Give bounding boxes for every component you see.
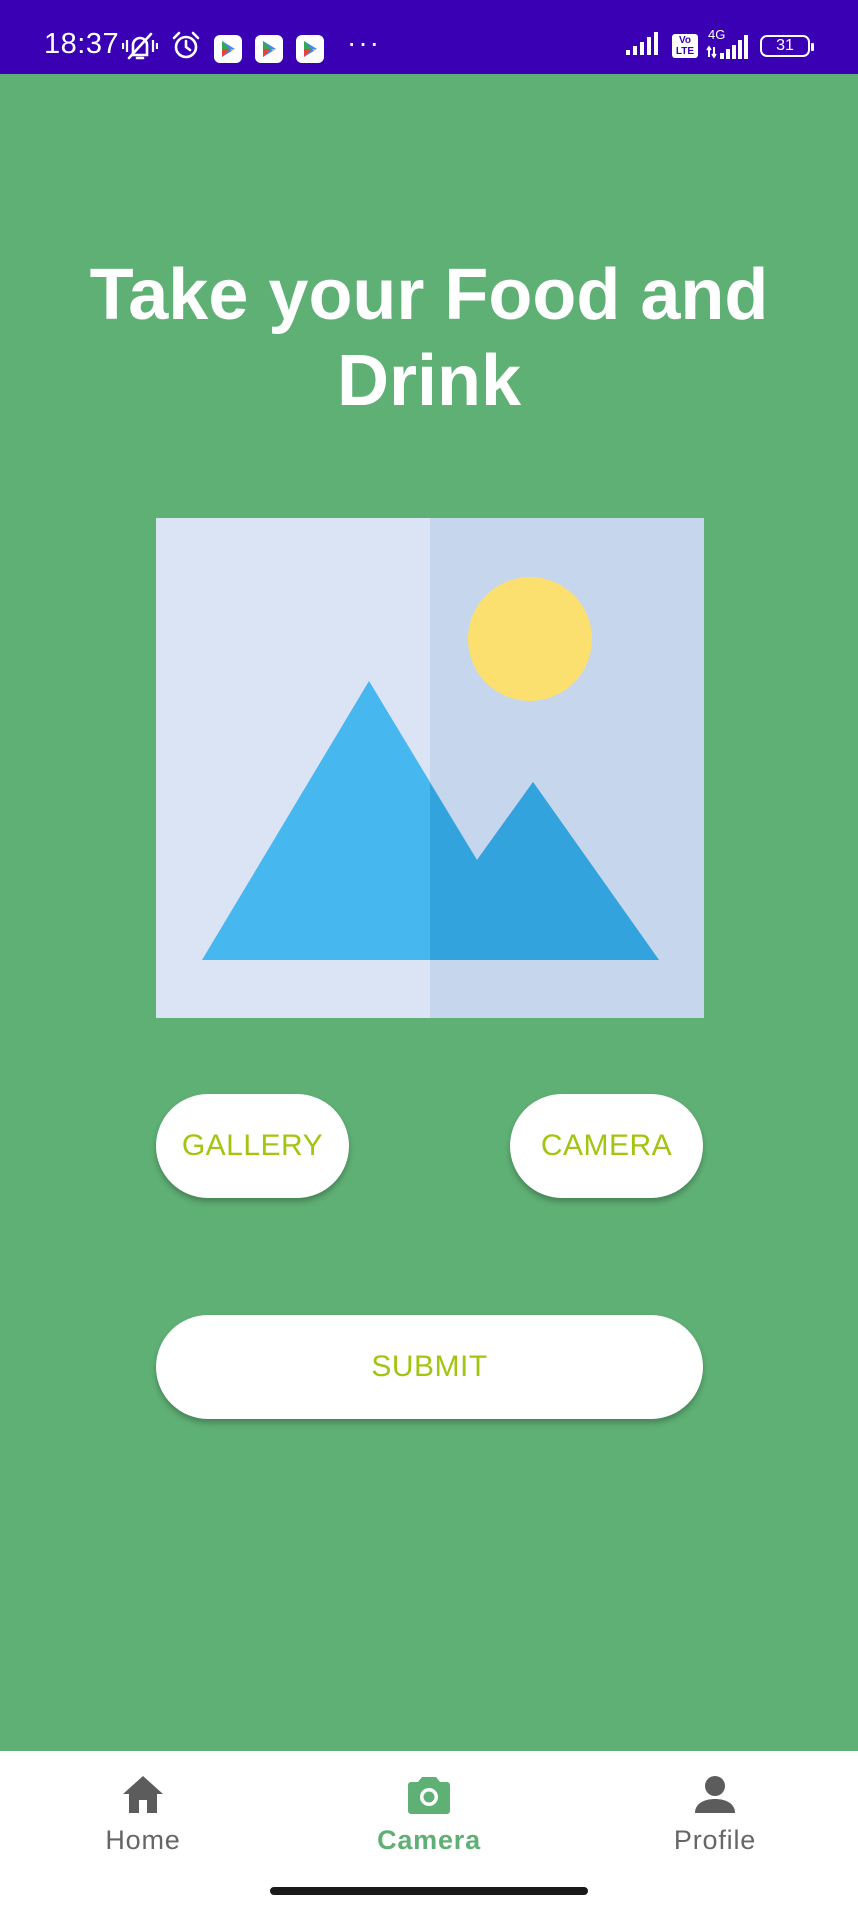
image-placeholder [156,518,704,1018]
image-placeholder-icon [156,518,704,1018]
signal-4g-icon: 4G [706,27,752,61]
signal-icon [624,30,664,61]
nav-item-home[interactable]: Home [0,1751,286,1871]
status-icons-right: Vo LTE 4G 31 [624,27,814,61]
volte-top-text: Vo [678,34,692,46]
bottom-navigation: Home Camera Profile [0,1751,858,1907]
page-title: Take your Food and Drink [89,255,769,421]
status-bar: 18:37 ··· Vo LTE 4G 31 [0,0,858,74]
home-icon [119,1771,167,1819]
nav-item-profile[interactable]: Profile [572,1751,858,1871]
play-store-icon [255,34,283,63]
volte-icon: Vo LTE [672,33,698,58]
nav-label-profile: Profile [673,1825,757,1855]
play-store-icon [214,34,242,63]
camera-button[interactable]: CAMERA [510,1094,703,1198]
more-notifications-indicator: ··· [347,26,381,58]
vibrate-off-icon [121,31,159,66]
person-icon [691,1771,739,1819]
gallery-button[interactable]: GALLERY [156,1094,349,1198]
nav-item-camera[interactable]: Camera [286,1751,572,1871]
camera-icon [405,1771,453,1819]
home-indicator-bar[interactable] [270,1887,588,1895]
play-store-icon [296,34,324,63]
status-icons-left: ··· [121,26,381,66]
status-time: 18:37 [44,28,120,60]
submit-button[interactable]: SUBMIT [156,1315,703,1419]
volte-bottom-text: LTE [675,45,695,57]
nav-label-camera: Camera [377,1825,481,1855]
battery-level: 31 [776,36,794,54]
nav-label-home: Home [105,1825,181,1855]
alarm-icon [171,31,201,66]
battery-icon: 31 [760,34,814,57]
